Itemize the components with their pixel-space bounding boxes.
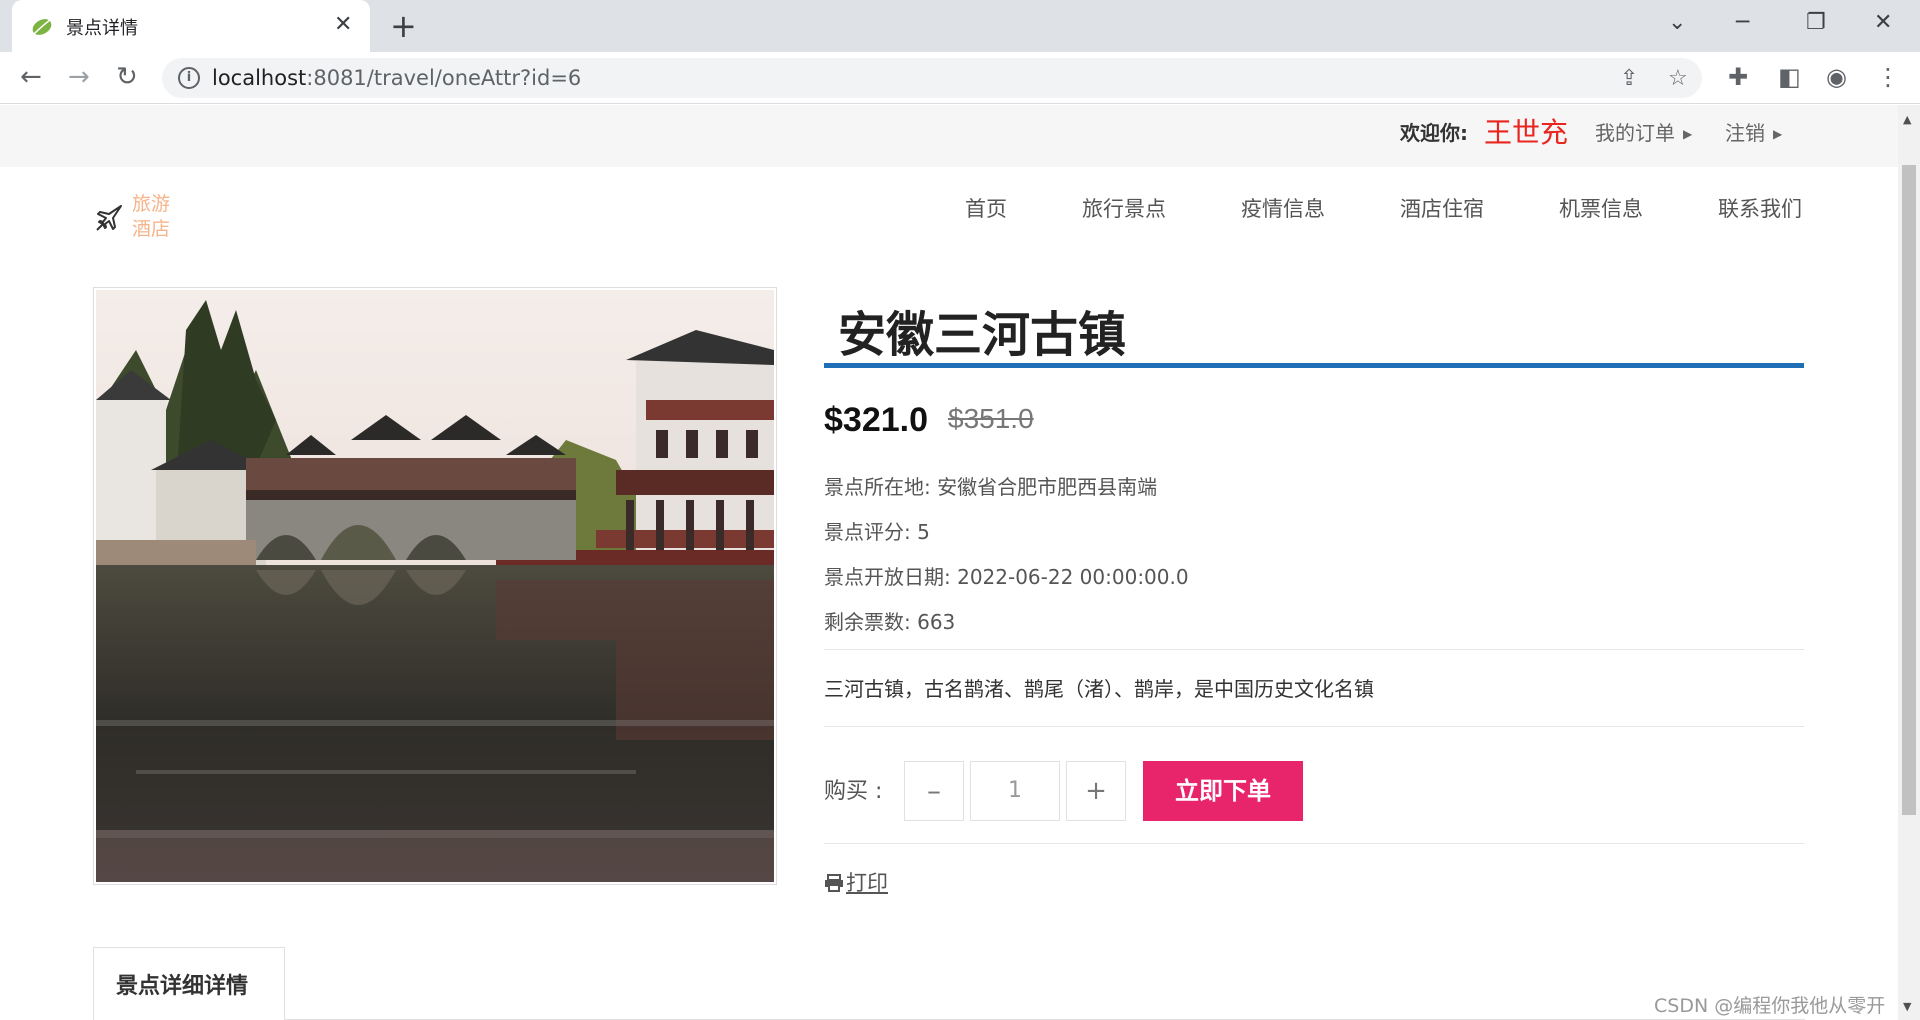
welcome-label: 欢迎你:: [1400, 121, 1468, 145]
airplane-icon: [96, 205, 122, 231]
site-info-icon[interactable]: i: [178, 67, 200, 89]
buy-label: 购买 :: [824, 779, 883, 804]
browser-toolbar: ← → ↻ i localhost:8081/travel/oneAttr?id…: [0, 52, 1920, 104]
print-link[interactable]: 打印: [824, 867, 888, 897]
bookmark-star-icon[interactable]: ☆: [1668, 66, 1688, 92]
profile-avatar-icon[interactable]: ◉: [1826, 62, 1847, 92]
caret-right-icon: ▶: [1773, 127, 1783, 141]
attraction-location: 景点所在地: 安徽省合肥市肥西县南端: [824, 475, 1158, 499]
attraction-open-date: 景点开放日期: 2022-06-22 00:00:00.0: [824, 565, 1189, 589]
divider: [824, 726, 1804, 727]
my-orders-link[interactable]: 我的订单 ▶: [1595, 117, 1692, 146]
nav-contact[interactable]: 联系我们: [1718, 193, 1802, 223]
printer-icon: [825, 874, 843, 892]
share-icon[interactable]: ⇪: [1620, 66, 1638, 92]
nav-epidemic-info[interactable]: 疫情信息: [1241, 193, 1325, 223]
nav-home[interactable]: 首页: [965, 193, 1007, 223]
attraction-photo: [93, 287, 777, 885]
scroll-up-arrow-icon[interactable]: ▲: [1903, 113, 1911, 126]
caret-right-icon: ▶: [1683, 127, 1693, 141]
page-content: 欢迎你: 王世充 我的订单 ▶ 注销 ▶ 旅游 酒店 首页 旅行景点 疫情信息 酒店…: [0, 105, 1898, 1020]
logo-text-line1: 旅游: [132, 193, 171, 215]
forward-arrow-icon[interactable]: →: [68, 62, 90, 92]
browser-tabbar: 景点详情 ✕ + ⌄ ─ ❐ ✕: [0, 0, 1920, 52]
restore-icon[interactable]: ❐: [1806, 8, 1826, 38]
leaf-favicon-icon: [32, 19, 52, 35]
reload-icon[interactable]: ↻: [116, 62, 138, 92]
attraction-title: 安徽三河古镇: [838, 307, 1127, 363]
tab-attraction-details[interactable]: 景点详细详情: [93, 947, 285, 1020]
back-arrow-icon[interactable]: ←: [20, 62, 42, 92]
nav-hotels[interactable]: 酒店住宿: [1400, 193, 1484, 223]
attraction-tickets-left: 剩余票数: 663: [824, 610, 956, 634]
close-tab-icon[interactable]: ✕: [334, 10, 352, 40]
logout-link[interactable]: 注销 ▶: [1725, 117, 1782, 146]
logo-text-line2: 酒店: [132, 218, 171, 240]
url-text: localhost:8081/travel/oneAttr?id=6: [212, 66, 582, 90]
scroll-down-arrow-icon[interactable]: ▼: [1903, 1000, 1911, 1013]
minimize-icon[interactable]: ─: [1736, 8, 1749, 38]
extensions-puzzle-icon[interactable]: ✚: [1728, 62, 1748, 92]
tab-title: 景点详情: [66, 18, 138, 39]
quantity-input[interactable]: 1: [970, 761, 1060, 821]
site-logo[interactable]: 旅游 酒店: [94, 185, 194, 245]
side-panel-icon[interactable]: ◧: [1778, 62, 1801, 92]
user-topbar: 欢迎你: 王世充 我的订单 ▶ 注销 ▶: [0, 105, 1898, 167]
order-now-button[interactable]: 立即下单: [1143, 761, 1303, 821]
nav-attractions[interactable]: 旅行景点: [1082, 193, 1166, 223]
current-price: $321.0: [824, 401, 928, 439]
divider: [824, 843, 1804, 844]
divider: [824, 649, 1804, 650]
browser-menu-icon[interactable]: ⋮: [1876, 62, 1900, 92]
attraction-description: 三河古镇，古名鹊渚、鹊尾（渚）、鹊岸，是中国历史文化名镇: [824, 677, 1374, 701]
quantity-decrease-button[interactable]: –: [904, 761, 964, 821]
browser-tab[interactable]: 景点详情 ✕: [12, 0, 370, 52]
title-underline: [824, 363, 1804, 368]
original-price: $351.0: [948, 403, 1034, 434]
address-bar[interactable]: i localhost:8081/travel/oneAttr?id=6 ⇪ ☆: [162, 58, 1702, 98]
scrollbar-thumb[interactable]: [1902, 165, 1916, 815]
nav-flights[interactable]: 机票信息: [1559, 193, 1643, 223]
page-scrollbar[interactable]: ▲ ▼: [1898, 105, 1920, 1020]
watermark: CSDN @编程你我他从零开始: [1654, 995, 1886, 1017]
attraction-rating: 景点评分: 5: [824, 520, 930, 544]
ancient-town-bridge-image: [96, 290, 774, 882]
close-window-icon[interactable]: ✕: [1874, 8, 1892, 38]
new-tab-icon[interactable]: +: [390, 8, 417, 44]
tab-search-chevron-icon[interactable]: ⌄: [1668, 8, 1686, 38]
quantity-increase-button[interactable]: +: [1066, 761, 1126, 821]
username: 王世充: [1484, 116, 1569, 149]
